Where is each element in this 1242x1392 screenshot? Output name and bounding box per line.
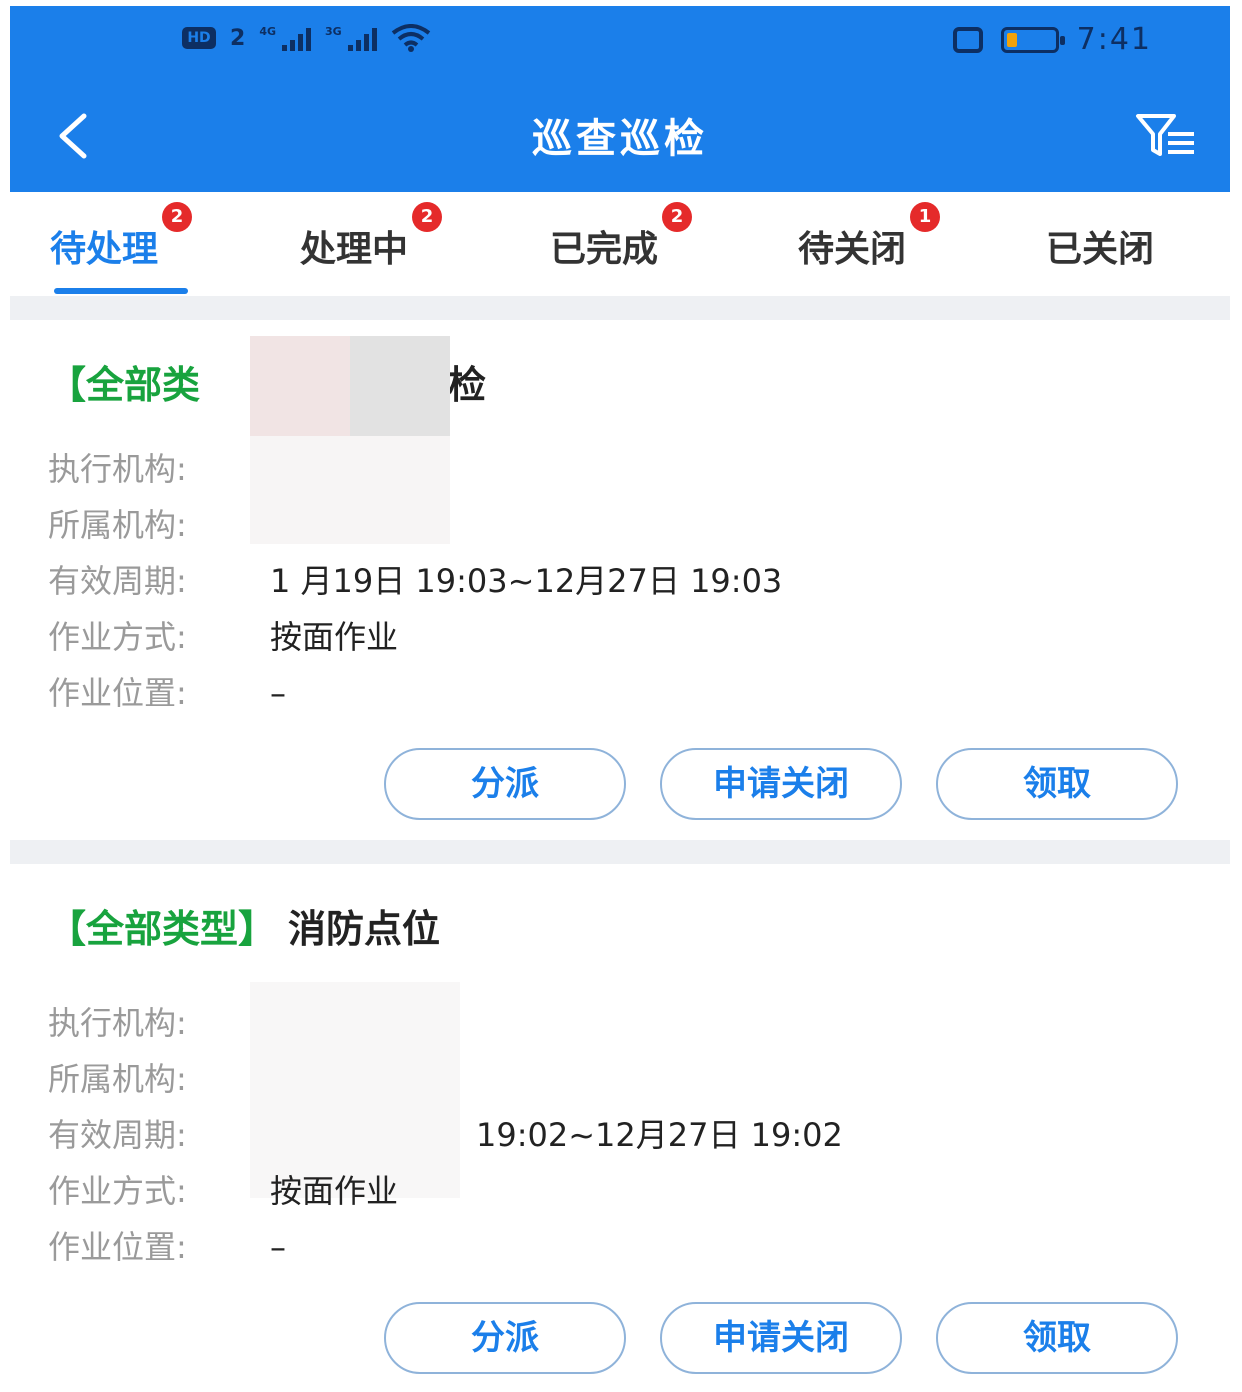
- card-category: 【全部类: [48, 363, 201, 407]
- field-label: 有效周期:: [48, 1116, 187, 1154]
- signal-type-label-2: 3G: [325, 25, 342, 38]
- field-work-mode: 作业方式: 按面作业: [48, 1166, 398, 1212]
- status-time: 7:41: [1076, 22, 1152, 57]
- task-card[interactable]: 【全部类型】 消防点位 执行机构: 所属机构: 有效周期: 19:02~12月27日…: [10, 864, 1230, 1384]
- task-card[interactable]: 【全部类巡检 执行机构: 所属机构: 有效周期:1 月19日 19:03~12月…: [10, 320, 1230, 840]
- section-divider: [10, 840, 1230, 864]
- claim-button[interactable]: 领取: [936, 1302, 1178, 1374]
- field-owning-org: 所属机构:: [48, 1054, 270, 1100]
- redacted-area: [250, 436, 450, 544]
- card-title: 【全部类型】 消防点位: [48, 898, 440, 953]
- field-value: 按面作业: [270, 1172, 399, 1210]
- field-label: 作业位置:: [48, 674, 187, 712]
- status-right: 7:41: [952, 22, 1152, 57]
- claim-button[interactable]: 领取: [936, 748, 1178, 820]
- sim-number: 2: [230, 25, 246, 51]
- field-work-mode: 作业方式: 按面作业: [48, 612, 398, 658]
- field-work-location: 作业位置: –: [48, 668, 286, 714]
- field-value: 按面作业: [270, 618, 399, 656]
- field-label: 作业方式:: [48, 618, 187, 656]
- wifi-icon: [391, 24, 430, 52]
- tab-label: 待关闭: [798, 229, 907, 270]
- section-divider: [10, 296, 1230, 320]
- field-label: 执行机构:: [48, 1004, 187, 1042]
- tab-in-progress[interactable]: 处理中 2: [300, 202, 443, 272]
- field-valid-period: 有效周期: 19:02~12月27日 19:02: [48, 1110, 843, 1156]
- page-title: 巡查巡检: [532, 116, 708, 162]
- field-valid-period: 有效周期: 1 月19日 19:03~12月27日 19:03: [48, 556, 782, 602]
- tab-label: 待处理: [50, 229, 159, 270]
- redacted-area: [350, 336, 450, 436]
- field-work-location: 作业位置: –: [48, 1222, 286, 1268]
- app-header: HD 2 4G 3G 7:41 巡查巡检: [10, 6, 1230, 192]
- signal-icon-2: 3G: [325, 25, 377, 51]
- nfc-icon: [952, 26, 983, 53]
- field-label: 作业方式:: [48, 1172, 187, 1210]
- request-close-button[interactable]: 申请关闭: [660, 1302, 902, 1374]
- active-tab-indicator: [54, 288, 188, 294]
- field-label: 作业位置:: [48, 1228, 187, 1266]
- card-name: 消防点位: [288, 907, 441, 951]
- field-executing-org: 执行机构:: [48, 998, 270, 1044]
- battery-icon: [1000, 26, 1065, 53]
- app-screen: HD 2 4G 3G 7:41 巡查巡检 待处理 2 处理中 2 已完成 2 待…: [10, 6, 1230, 1392]
- field-value: 1 月19日 19:03~12月27日 19:03: [270, 562, 783, 600]
- count-badge: 2: [662, 202, 693, 232]
- count-badge: 1: [910, 202, 941, 232]
- count-badge: 2: [162, 202, 193, 232]
- redacted-area: [250, 336, 350, 436]
- card-category: 【全部类型】: [48, 907, 277, 951]
- field-owning-org: 所属机构:: [48, 500, 270, 546]
- tab-label: 已完成: [550, 229, 659, 270]
- status-tabs: 待处理 2 处理中 2 已完成 2 待关闭 1 已关闭: [10, 192, 1230, 296]
- status-bar: HD 2 4G 3G 7:41: [10, 6, 1230, 76]
- field-label: 所属机构:: [48, 1060, 187, 1098]
- tab-label: 已关闭: [1046, 229, 1155, 270]
- signal-icon: 4G: [259, 25, 311, 51]
- field-executing-org: 执行机构:: [48, 444, 270, 490]
- tab-to-close[interactable]: 待关闭 1: [798, 202, 941, 272]
- signal-type-label: 4G: [259, 25, 276, 38]
- dispatch-button[interactable]: 分派: [384, 748, 626, 820]
- field-label: 所属机构:: [48, 506, 187, 544]
- request-close-button[interactable]: 申请关闭: [660, 748, 902, 820]
- hd-icon: HD: [182, 27, 216, 49]
- status-left: HD 2 4G 3G: [182, 24, 431, 52]
- tab-pending[interactable]: 待处理 2: [50, 202, 193, 272]
- filter-list-icon[interactable]: [1134, 110, 1198, 162]
- field-value: 19:02~12月27日 19:02: [476, 1116, 843, 1154]
- field-value: –: [270, 674, 286, 712]
- count-badge: 2: [412, 202, 443, 232]
- tab-completed[interactable]: 已完成 2: [550, 202, 693, 272]
- dispatch-button[interactable]: 分派: [384, 1302, 626, 1374]
- field-value: –: [270, 1228, 286, 1266]
- tab-closed[interactable]: 已关闭: [1046, 220, 1154, 272]
- field-label: 执行机构:: [48, 450, 187, 488]
- field-label: 有效周期:: [48, 562, 187, 600]
- tab-label: 处理中: [300, 229, 409, 270]
